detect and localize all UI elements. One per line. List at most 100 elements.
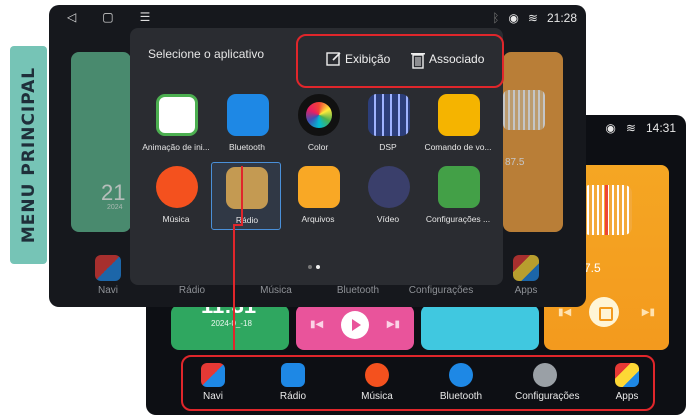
app-dock: Navi Rádio Música Bluetooth Configuraçõe… [181,355,655,411]
connector-line [241,166,243,226]
folder-icon [298,166,340,208]
menu-principal-label: MENU PRINCIPAL [18,66,39,244]
app-label: Animação de ini... [142,142,210,152]
clock-date: 2024-0_-18 [211,319,252,328]
trash-icon [410,51,426,69]
app-boot-animation[interactable]: Animação de ini... [138,88,214,158]
prev-icon[interactable]: ▮◀ [310,319,323,330]
car-settings-icon [438,166,480,208]
dock-label: Rádio [279,391,307,402]
video-play-icon [368,166,410,208]
app-label: DSP [379,142,397,152]
location-icon: ◉ [605,121,616,135]
gear-icon [533,363,557,387]
exibicao-button[interactable]: Exibição [326,51,390,67]
radio-widget: 87.5 [503,52,563,232]
radio-frequency: 87.5 [505,157,525,168]
app-label: Comando de vo... [424,142,492,152]
navigation-bar: ◁ ▢ ☰ [67,10,150,24]
dock-label-radio[interactable]: Rádio [152,285,232,296]
dock-item-radio[interactable]: Rádio [263,363,323,402]
dock-label-apps[interactable]: Apps [486,285,566,296]
music-disc-icon [156,166,198,208]
app-label: Configurações ... [425,214,491,224]
dock-label: Configurações [515,391,580,402]
app-car-settings[interactable]: Configurações ... [420,160,496,230]
back-icon[interactable]: ◁ [67,10,76,24]
app-files[interactable]: Arquivos [280,160,356,230]
boot-animation-icon [156,94,198,136]
dock-item-bluetooth[interactable]: Bluetooth [431,363,491,402]
page-dot-active[interactable] [316,265,320,269]
clock-date: 2024 [107,204,123,211]
location-icon: ◉ [508,11,519,25]
phone-icon [449,363,473,387]
bluetooth-icon [227,94,269,136]
app-radio[interactable]: Rádio [211,162,281,230]
navi-icon [95,255,121,281]
steering-wheel-icon [438,94,480,136]
color-wheel-icon [298,94,340,136]
dock-label: Navi [202,391,223,402]
dock-item-music[interactable]: Música [347,363,407,402]
dock-item-navi[interactable]: Navi [183,363,243,402]
app-label: Rádio [235,215,259,225]
app-dsp[interactable]: DSP [350,88,426,158]
home-icon[interactable]: ▢ [102,10,113,24]
app-select-dialog: Selecione o aplicativo Exibição Associad… [130,28,504,285]
app-bluetooth[interactable]: Bluetooth [209,88,285,158]
bluetooth-icon: ᛒ [492,11,500,25]
menu-principal-tab: MENU PRINCIPAL [10,46,47,264]
widget-card[interactable] [421,305,539,350]
connector-line [233,226,235,350]
exibicao-label: Exibição [345,52,391,66]
clock-time: 21 [101,180,126,205]
next-icon[interactable]: ▶▮ [387,319,400,330]
associado-button[interactable]: Associado [410,51,485,69]
radio-dial [582,185,632,235]
associado-label: Associado [429,52,485,66]
dock-item-settings[interactable]: Configurações [515,363,580,402]
dock-item-apps[interactable]: Apps [597,363,657,402]
stop-button[interactable] [589,297,619,327]
app-voice-command[interactable]: Comando de vo... [420,88,496,158]
app-label: Bluetooth [229,142,265,152]
apps-icon [513,255,539,281]
radio-icon [226,167,268,209]
options-highlight: Exibição Associado [296,34,504,88]
wifi-icon: ≋ [527,11,538,25]
dock-label: Música [361,391,393,402]
app-music[interactable]: Música [138,160,214,230]
status-bar: ◉ ≋ 14:31 [605,121,676,135]
composite-screenshot: MENU PRINCIPAL ◉ ≋ 14:31 M 87.5 ▮◀ ▶▮ 11… [0,0,690,417]
dock-label: Bluetooth [439,391,483,402]
app-label: Vídeo [376,214,400,224]
status-bar: ᛒ ◉ ≋ 21:28 [492,11,577,25]
navi-icon [201,363,225,387]
app-video[interactable]: Vídeo [350,160,426,230]
equalizer-icon [368,94,410,136]
edit-icon [326,51,342,67]
wifi-icon: ≋ [625,121,636,135]
radio-icon [281,363,305,387]
dock-label-music[interactable]: Música [236,285,316,296]
page-dot[interactable] [308,265,312,269]
app-color[interactable]: Color [280,88,356,158]
play-button[interactable] [341,311,369,339]
next-icon[interactable]: ▶▮ [642,307,655,318]
dock-label-bluetooth[interactable]: Bluetooth [318,285,398,296]
menu-icon[interactable]: ☰ [140,10,151,24]
status-time: 21:28 [546,11,577,25]
dock-label-settings[interactable]: Configurações [401,285,481,296]
music-widget[interactable]: ▮◀ ▶▮ [296,305,414,350]
app-label: Arquivos [301,214,335,224]
clock-widget: 21 2024 [71,52,131,232]
apps-icon [615,363,639,387]
app-label: Color [307,142,329,152]
clock-widget[interactable]: 11:31 2024-0_-18 [171,293,289,350]
prev-icon[interactable]: ▮◀ [558,307,571,318]
music-icon [365,363,389,387]
app-label: Música [162,214,190,224]
dock-label-navi[interactable]: Navi [68,285,148,296]
radio-dial [503,90,545,130]
